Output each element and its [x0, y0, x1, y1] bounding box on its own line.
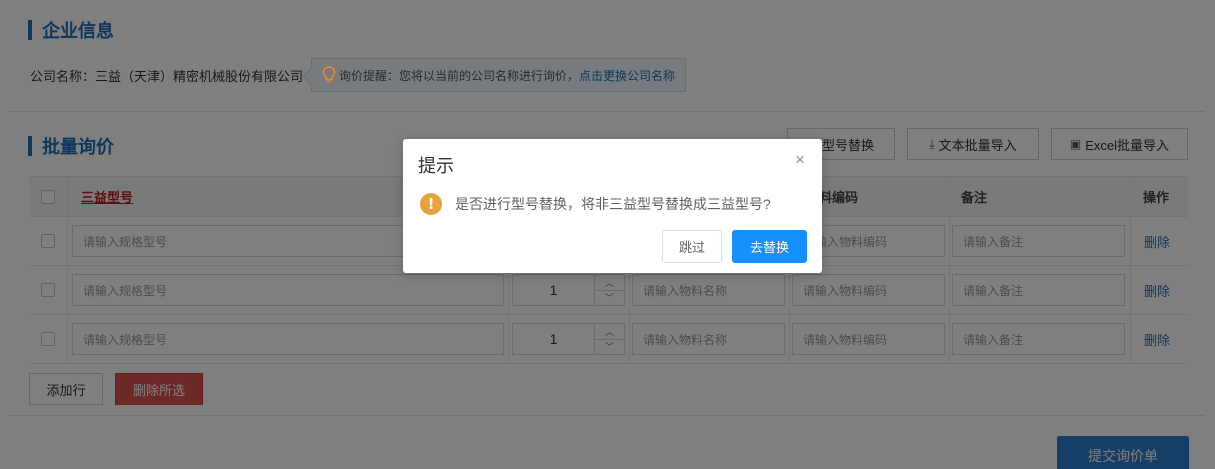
replace-confirm-dialog: 提示 × ! 是否进行型号替换，将非三益型号替换成三益型号? 跳过 去替换	[403, 139, 822, 273]
dialog-message-row: ! 是否进行型号替换，将非三益型号替换成三益型号?	[420, 193, 771, 215]
warning-icon: !	[420, 193, 442, 215]
dialog-title: 提示	[418, 156, 454, 176]
confirm-replace-button[interactable]: 去替换	[732, 230, 807, 263]
close-icon[interactable]: ×	[792, 151, 808, 168]
lightbulb-icon	[322, 66, 336, 83]
dialog-message: 是否进行型号替换，将非三益型号替换成三益型号?	[455, 196, 771, 212]
skip-button[interactable]: 跳过	[662, 230, 722, 263]
